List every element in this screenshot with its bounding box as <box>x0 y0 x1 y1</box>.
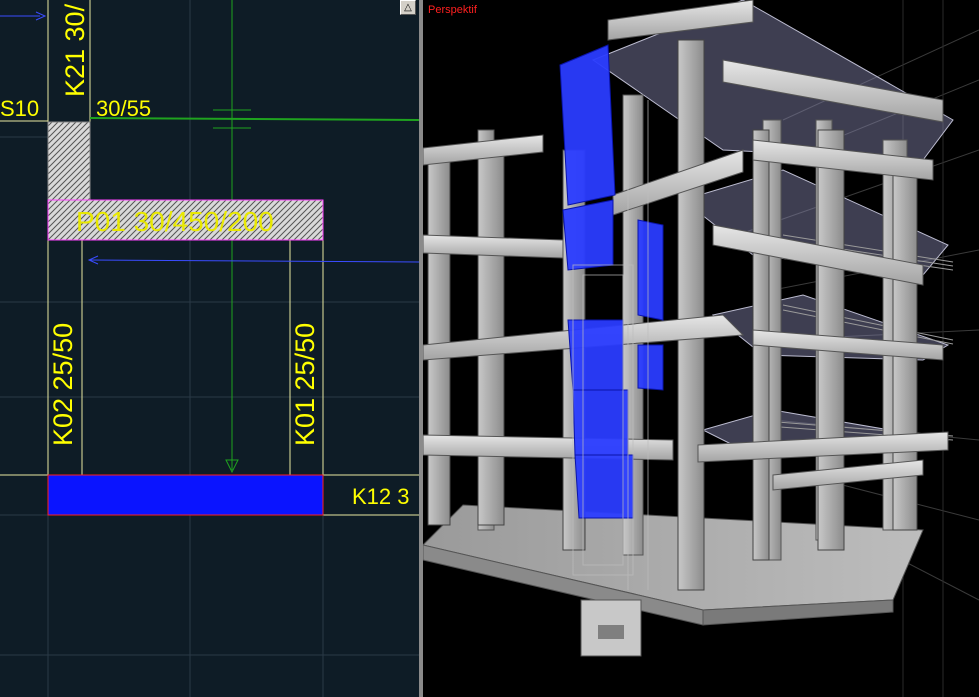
column-hatched[interactable] <box>47 121 91 201</box>
perspective-viewport[interactable]: Perspektif <box>423 0 979 697</box>
label-k12: K12 3 <box>352 484 410 509</box>
label-beam-dim: 30/55 <box>96 96 152 121</box>
label-p01: P01 30/450/200 <box>76 206 274 237</box>
label-k01: K01 25/50 <box>290 322 320 446</box>
perspective-title: Perspektif <box>428 4 477 16</box>
building-3d-model <box>423 0 979 697</box>
plan-viewport[interactable]: K21 30/ S10 30/55 P01 30/450/200 K02 25/… <box>0 0 419 697</box>
label-k02: K02 25/50 <box>48 322 78 446</box>
maximize-button[interactable]: △ <box>400 0 416 15</box>
selected-beam[interactable] <box>47 474 324 516</box>
label-s10: S10 <box>0 96 40 121</box>
triangle-icon: △ <box>404 2 412 13</box>
label-k21: K21 30/ <box>60 3 90 97</box>
